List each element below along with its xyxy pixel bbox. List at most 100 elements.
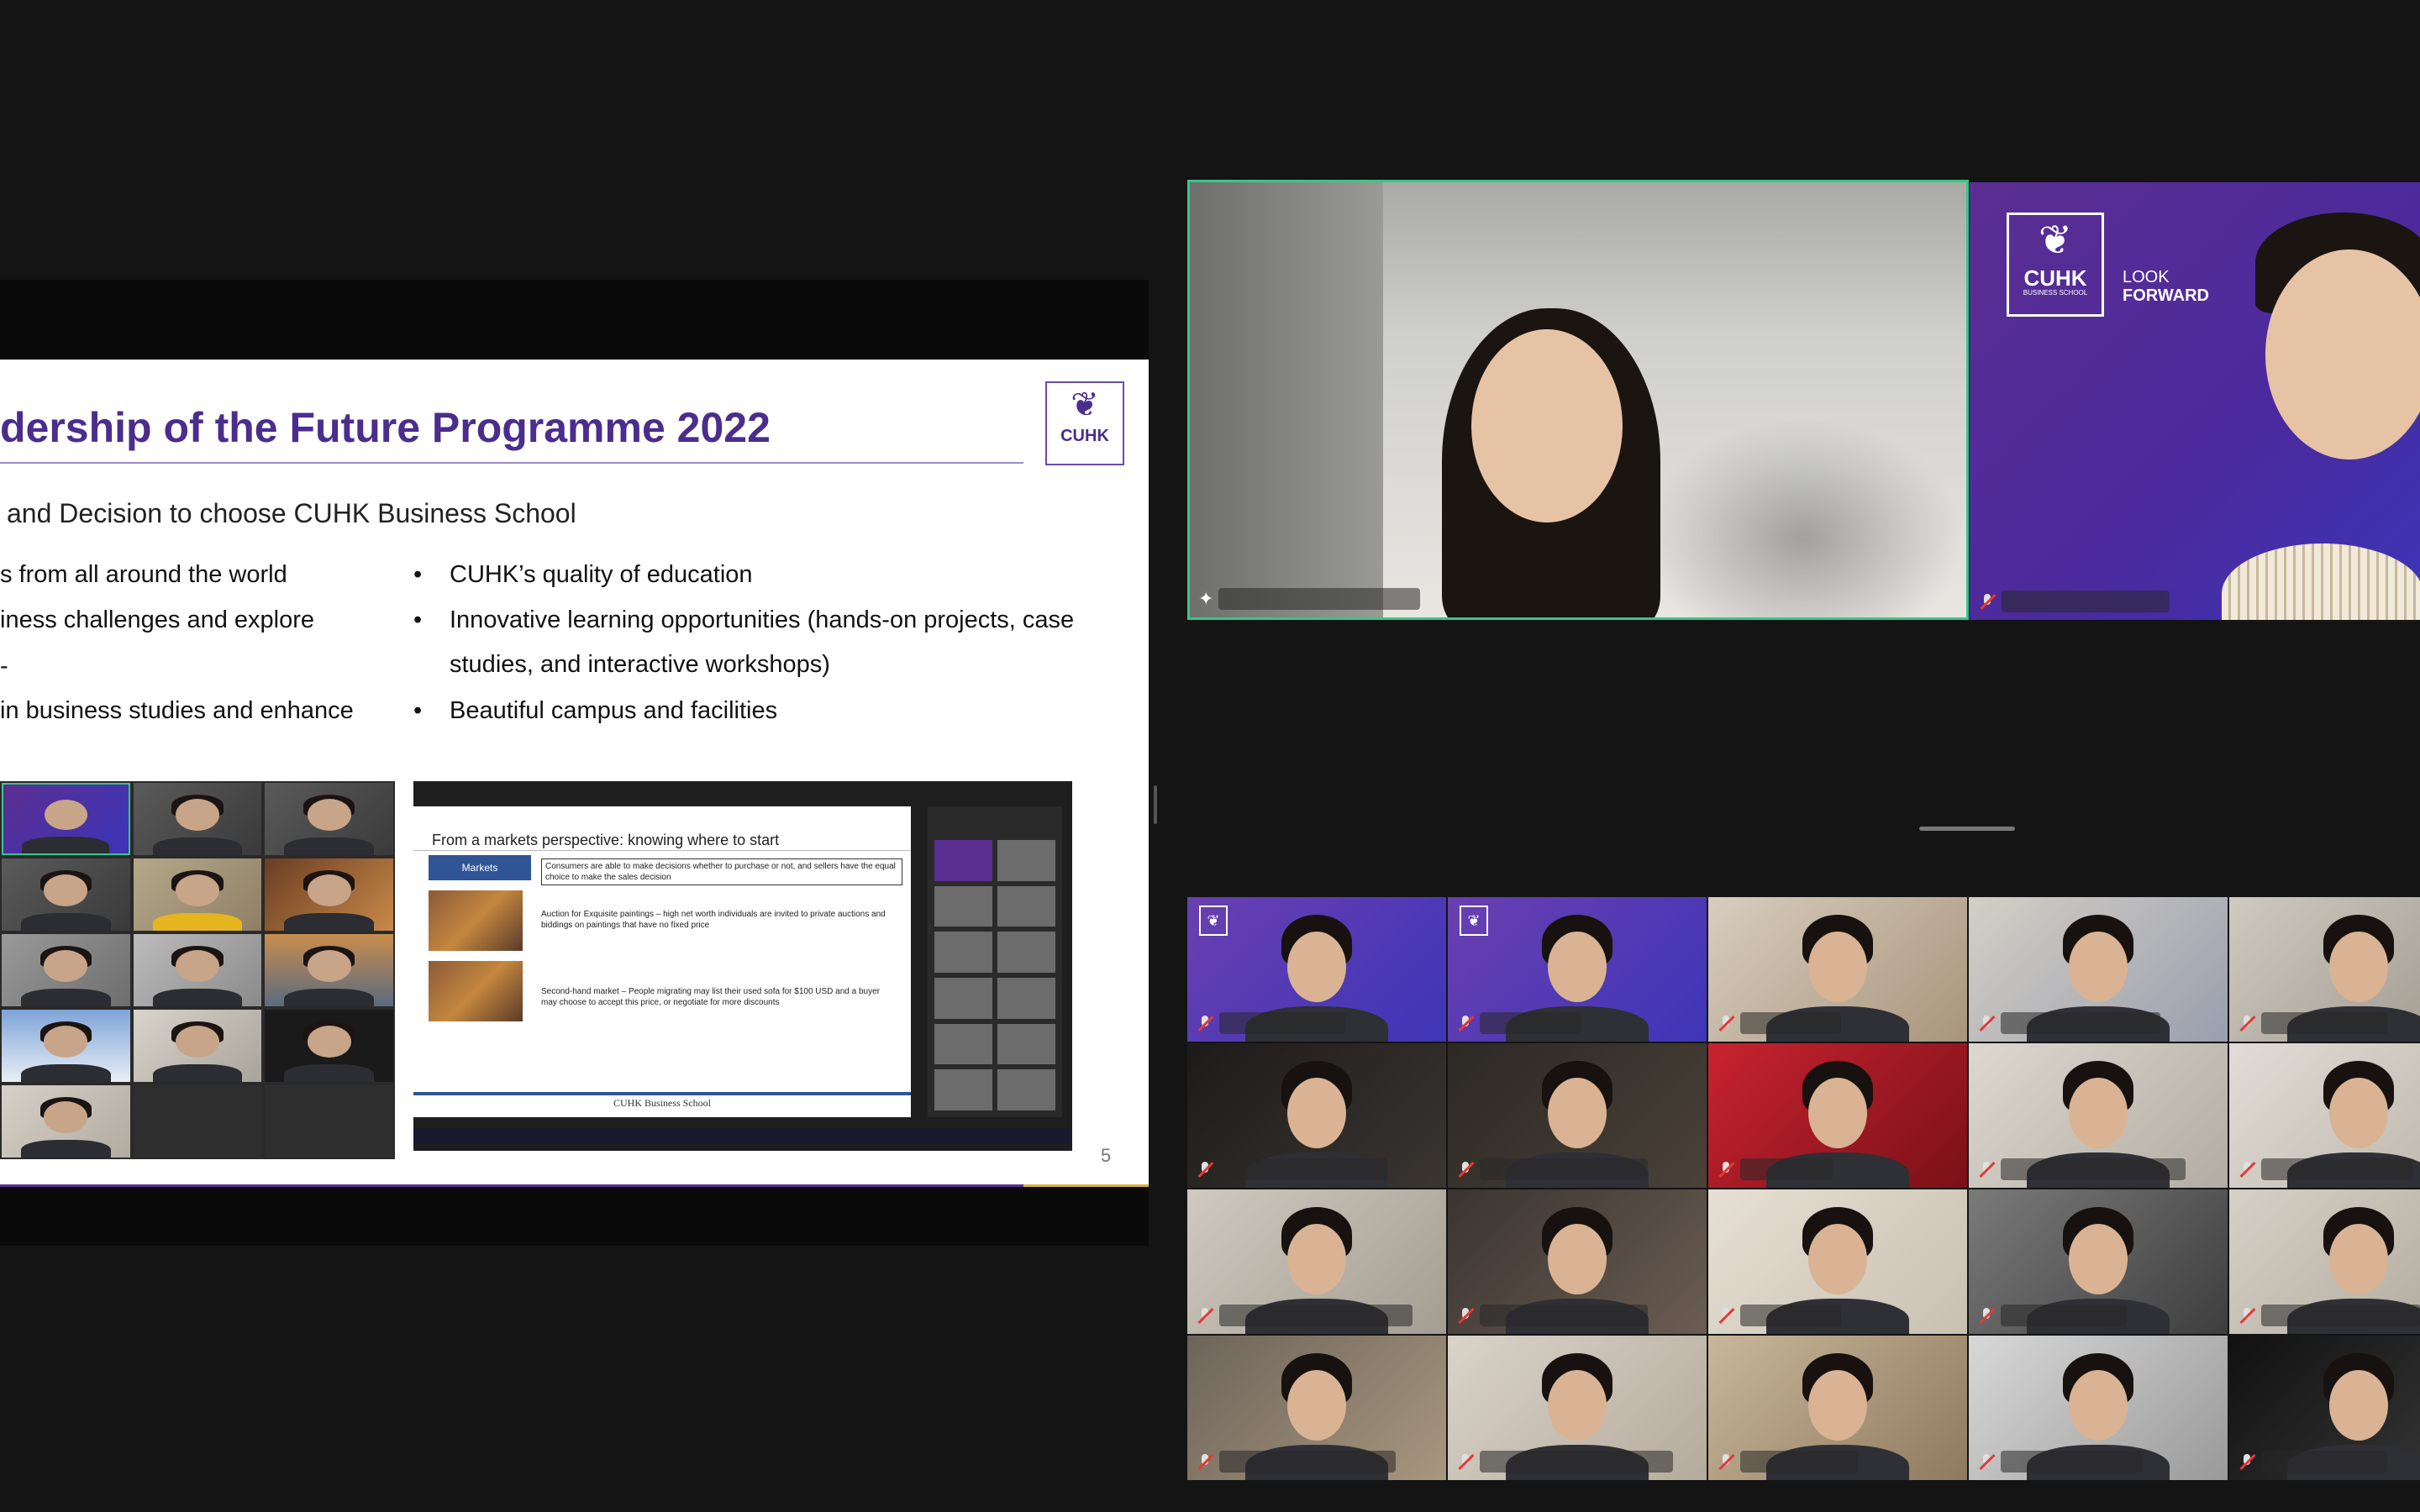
- participant-nameplate: [2261, 1305, 2420, 1326]
- cuhk-logo-icon: ❦ CUHK: [1045, 381, 1124, 465]
- gallery-participant-tile[interactable]: [2229, 1336, 2420, 1480]
- participant-namebar: [1196, 1011, 1345, 1035]
- cuhk-business-school-logo-icon: ❦ CUHK BUSINESS SCHOOL: [2007, 213, 2104, 317]
- nested-participant: [934, 1023, 992, 1065]
- gallery-participant-tile[interactable]: ❦: [1187, 897, 1446, 1042]
- participant-face: [2069, 1370, 2128, 1441]
- nested-tile: [265, 934, 393, 1006]
- nested-tile: [133, 783, 262, 855]
- participant-face: [2069, 1224, 2128, 1295]
- nested-participant: [997, 977, 1055, 1019]
- participant-face: [1287, 932, 1346, 1003]
- mic-muted-icon: [1196, 1452, 1214, 1471]
- gallery-participant-tile[interactable]: [1969, 1336, 2228, 1480]
- mic-muted-icon: [1196, 1306, 1214, 1325]
- nested-participant: [997, 1069, 1055, 1110]
- speaker-tile-host[interactable]: ❦ CUHK BUSINESS SCHOOL LOOK FORWARD: [1970, 182, 2420, 620]
- markets-label: Markets: [429, 855, 531, 880]
- nested-slide-title: From a markets perspective: knowing wher…: [432, 832, 780, 848]
- nested-tile: [2, 858, 130, 931]
- mic-muted-icon: [1717, 1014, 1735, 1032]
- mic-muted-icon: [1196, 1160, 1214, 1179]
- page-number: 5: [1101, 1145, 1112, 1166]
- participant-face: [1808, 1224, 1867, 1295]
- speaker-namebar: [1978, 590, 2170, 613]
- gallery-participant-tile[interactable]: [1708, 897, 1967, 1042]
- mic-muted-icon: [1717, 1160, 1735, 1179]
- mic-muted-icon: [1456, 1452, 1475, 1471]
- participant-face: [1548, 1370, 1607, 1441]
- pin-icon[interactable]: ✦: [1198, 588, 1213, 610]
- mic-muted-icon: [1456, 1306, 1475, 1325]
- nested-participant: [997, 840, 1055, 881]
- nested-gallery-screenshot: [0, 781, 395, 1159]
- wall-painting: [1644, 417, 1963, 617]
- title-divider: [0, 462, 1023, 464]
- gallery-participant-tile[interactable]: ❦: [1448, 897, 1707, 1042]
- nested-participant: [934, 977, 992, 1019]
- gallery-participant-tile[interactable]: [1708, 1336, 1967, 1480]
- gallery-participant-tile[interactable]: [1969, 1189, 2228, 1334]
- participant-namebar: [1977, 1158, 2186, 1181]
- gallery-participant-tile[interactable]: [1187, 1336, 1446, 1480]
- split-view-handle[interactable]: [1154, 785, 1157, 824]
- gallery-participant-tile[interactable]: [1187, 1043, 1446, 1188]
- mic-muted-icon: [1196, 1014, 1214, 1032]
- participant-face: [2329, 1370, 2388, 1441]
- nested-tile: [265, 783, 393, 855]
- participant-namebar: [2238, 1304, 2420, 1327]
- participant-nameplate: [1480, 1012, 1581, 1034]
- gallery-participant-tile[interactable]: [1448, 1336, 1707, 1480]
- gallery-participant-tile[interactable]: [2229, 1189, 2420, 1334]
- participant-nameplate: [1740, 1451, 1858, 1473]
- cuhk-logo-icon: ❦: [1460, 906, 1488, 936]
- gallery-participant-tile[interactable]: [2229, 1043, 2420, 1188]
- nested-footer: CUHK Business School: [613, 1097, 711, 1109]
- active-speaker-tile[interactable]: ✦: [1187, 180, 1969, 620]
- bullet: •: [413, 606, 423, 633]
- gallery-participant-tile[interactable]: [1187, 1189, 1446, 1334]
- participant-namebar: [2238, 1158, 2412, 1181]
- gallery-resize-handle[interactable]: [1919, 827, 2015, 831]
- participant-face: [1808, 1370, 1867, 1441]
- gallery-participant-tile[interactable]: [1448, 1189, 1707, 1334]
- participant-namebar: [1456, 1450, 1673, 1473]
- auction-text: Auction for Exquisite paintings – high n…: [541, 910, 886, 930]
- mic-muted-icon: [1456, 1160, 1475, 1179]
- participant-nameplate: [1480, 1158, 1648, 1180]
- participant-namebar: [1977, 1011, 2160, 1035]
- nested-participant: [934, 885, 992, 927]
- left-line-4: in business studies and enhance: [0, 697, 354, 724]
- nested-tile: [2, 1085, 130, 1158]
- participant-face: [1287, 1224, 1346, 1295]
- participant-namebar: [1717, 1304, 1841, 1327]
- nested-tile: [265, 858, 393, 931]
- participant-nameplate: [1480, 1451, 1673, 1473]
- mic-muted-icon: [2238, 1452, 2256, 1471]
- participant-nameplate: [2261, 1451, 2387, 1473]
- participant-face: [1287, 1078, 1346, 1149]
- nested-slide: From a markets perspective: knowing wher…: [413, 806, 911, 1117]
- left-line-2: iness challenges and explore: [0, 606, 315, 633]
- shared-screen: dership of the Future Programme 2022 ❦ C…: [0, 280, 1149, 1246]
- gallery-participant-tile[interactable]: [1708, 1043, 1967, 1188]
- nested-footer-bar: [413, 1092, 911, 1095]
- mic-muted-icon: [1456, 1014, 1475, 1032]
- nested-tile: [265, 1010, 393, 1082]
- left-line-3: -: [0, 653, 8, 680]
- participant-nameplate: [1219, 1451, 1396, 1473]
- participant-nameplate: [2261, 1158, 2412, 1180]
- bullet-quality: CUHK’s quality of education: [450, 561, 753, 588]
- nested-participant: [934, 840, 992, 881]
- gallery-participant-tile[interactable]: [1969, 1043, 2228, 1188]
- nested-tile: [133, 858, 262, 931]
- gallery-participant-tile[interactable]: [1969, 897, 2228, 1042]
- participant-namebar: [1456, 1158, 1648, 1181]
- gallery-participant-tile[interactable]: [1448, 1043, 1707, 1188]
- look-forward-tagline: LOOK FORWARD: [2123, 268, 2209, 305]
- gallery-participant-tile[interactable]: [1708, 1189, 1967, 1334]
- participant-namebar: [2238, 1450, 2387, 1473]
- gallery-participant-tile[interactable]: [2229, 897, 2420, 1042]
- participant-nameplate: [2001, 1012, 2160, 1034]
- participant-face: [2069, 932, 2128, 1003]
